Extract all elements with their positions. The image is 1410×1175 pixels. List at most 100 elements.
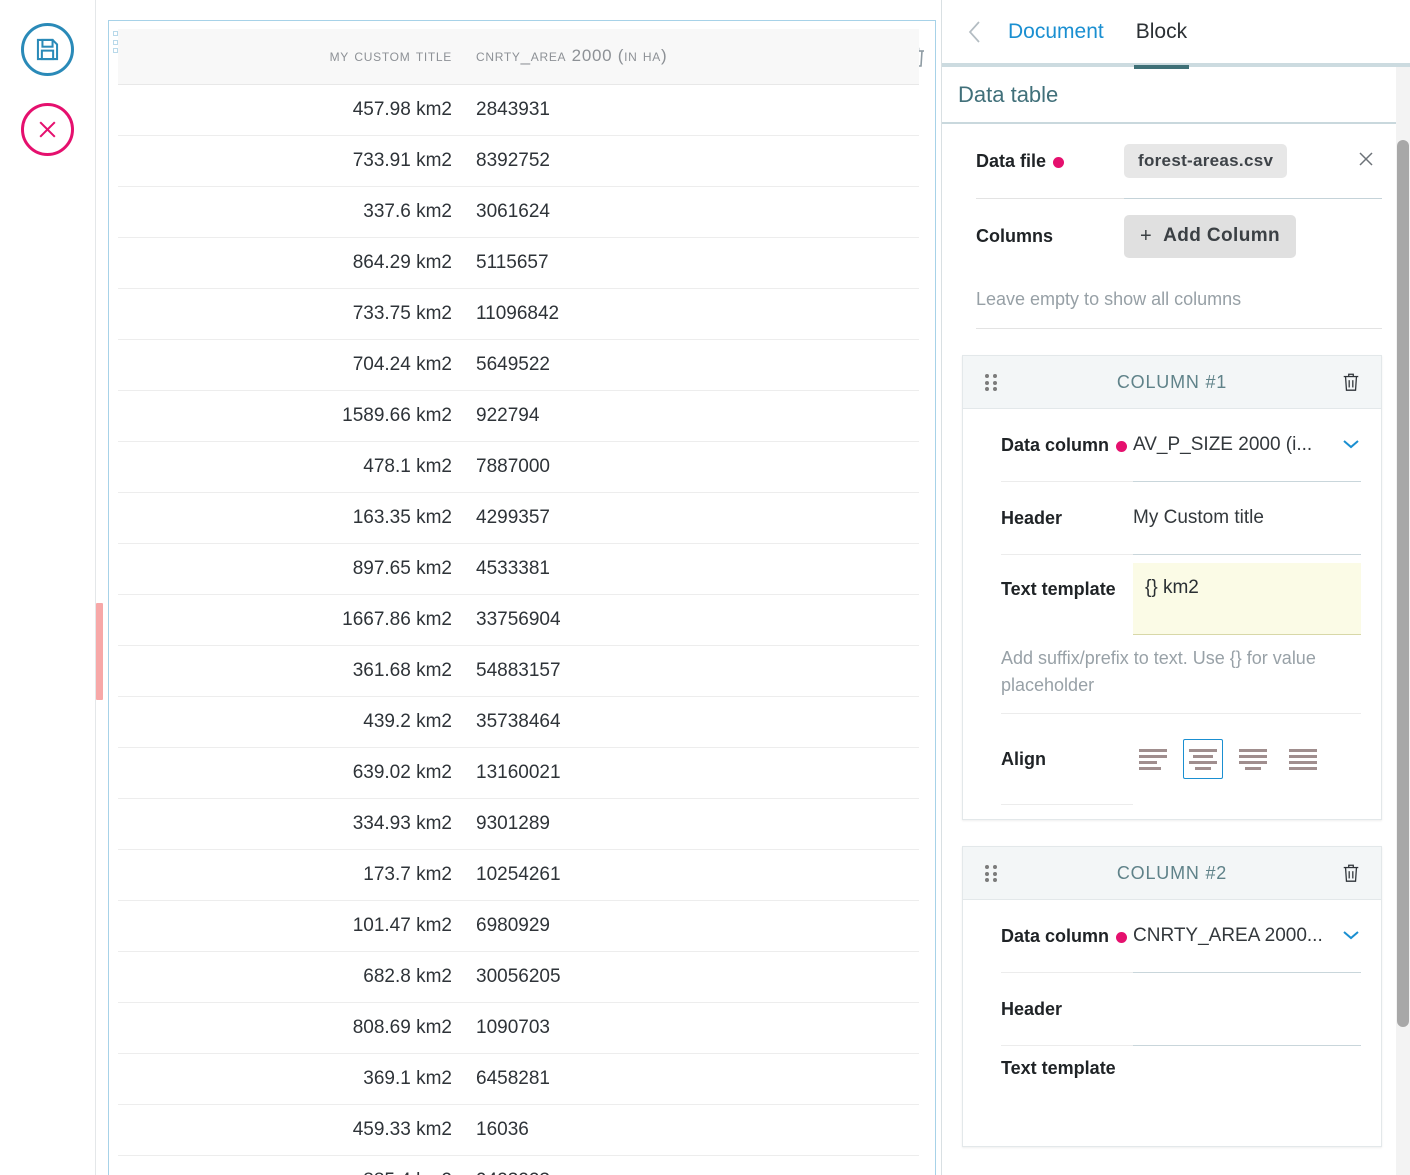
header-label: Header — [1001, 507, 1063, 528]
column-header-custom-title: MY CUSTOM TITLE — [118, 29, 458, 85]
column-1-header-row: Header My Custom title — [963, 482, 1381, 554]
column-drag-handle-icon[interactable] — [985, 374, 998, 392]
required-dot — [1053, 156, 1065, 168]
table-cell-custom-title: 459.33 km2 — [118, 1104, 458, 1156]
column-1-header-input[interactable]: My Custom title — [1133, 501, 1361, 535]
data-table-block[interactable]: MY CUSTOM TITLE CNRTY_AREA 2000 (IN HA) … — [96, 20, 936, 1175]
table-cell-cnrty-area: 6458281 — [458, 1053, 919, 1105]
table-cell-custom-title: 173.7 km2 — [118, 849, 458, 901]
inspector-scrollbar-track[interactable] — [1396, 67, 1410, 1175]
table-cell-custom-title: 478.1 km2 — [118, 441, 458, 493]
align-left-icon[interactable] — [1233, 739, 1273, 779]
column-1-text-template-input[interactable]: {} km2 — [1133, 563, 1361, 635]
table-row: 885.4 km29423223 — [118, 1155, 919, 1175]
data-file-chip[interactable]: forest-areas.csv — [1124, 144, 1288, 178]
table-cell-cnrty-area: 9301289 — [458, 798, 919, 850]
add-column-button[interactable]: + Add Column — [1124, 214, 1297, 258]
save-button[interactable] — [21, 23, 74, 76]
add-column-label: Add Column — [1163, 225, 1281, 246]
tab-block[interactable]: Block — [1120, 0, 1203, 69]
table-cell-cnrty-area: 16036 — [458, 1104, 919, 1156]
divider — [963, 1045, 1381, 1046]
column-1-text-template-helper: Add suffix/prefix to text. Use {} for va… — [1001, 648, 1316, 695]
column-drag-handle-icon[interactable] — [985, 865, 998, 883]
table-cell-custom-title: 682.8 km2 — [118, 951, 458, 1003]
table-cell-cnrty-area: 5115657 — [458, 237, 919, 289]
column-card-1-title: COLUMN #1 — [1116, 371, 1228, 392]
close-icon — [1359, 151, 1373, 166]
table-header-row: MY CUSTOM TITLE CNRTY_AREA 2000 (IN HA) — [118, 29, 919, 85]
inspector-panel: Document Block Data table Data file fore… — [941, 0, 1410, 1175]
table-cell-custom-title: 337.6 km2 — [118, 186, 458, 238]
required-dot — [1116, 440, 1128, 452]
panel-title: Data table — [942, 67, 1398, 124]
table-row: 864.29 km2 5115657 — [118, 237, 919, 289]
divider — [963, 972, 1381, 973]
table-row: 682.8 km2 30056205 — [118, 951, 919, 1003]
tab-document-label: Document — [1008, 19, 1104, 43]
column-1-align-row: Align — [963, 714, 1381, 804]
chevron-down-icon — [1341, 928, 1361, 945]
table-cell-custom-title: 163.35 km2 — [118, 492, 458, 544]
table-row: 369.1 km2 6458281 — [118, 1053, 919, 1105]
table-row: 101.47 km2 6980929 — [118, 900, 919, 952]
delete-column-1-button[interactable] — [1341, 371, 1361, 398]
table-row: 163.35 km2 4299357 — [118, 492, 919, 544]
column-header-cnrty-area: CNRTY_AREA 2000 (IN HA) — [458, 29, 919, 85]
table-row: 478.1 km2 7887000 — [118, 441, 919, 493]
align-label: Align — [1001, 748, 1046, 769]
plus-icon: + — [1140, 224, 1153, 247]
table-cell-cnrty-area: 922794 — [458, 390, 919, 442]
table-cell-cnrty-area: 5649522 — [458, 339, 919, 391]
text-template-label: Text template — [1001, 1058, 1116, 1078]
field-data-file: Data file forest-areas.csv — [942, 124, 1398, 198]
column-header-text: CNRTY_AREA 2000 (IN HA) — [476, 46, 668, 66]
table-cell-custom-title: 639.02 km2 — [118, 747, 458, 799]
required-dot — [1116, 931, 1128, 943]
inspector-scrollbar-thumb[interactable] — [1397, 140, 1409, 1027]
drop-position-indicator — [96, 603, 103, 700]
floppy-disk-icon — [36, 38, 59, 61]
document-canvas: MY CUSTOM TITLE CNRTY_AREA 2000 (IN HA) … — [96, 0, 940, 1175]
tab-block-label: Block — [1135, 19, 1188, 43]
table-cell-custom-title: 808.69 km2 — [118, 1002, 458, 1054]
trash-icon — [1343, 864, 1359, 882]
column-1-data-column-select[interactable]: AV_P_SIZE 2000 (i... — [1133, 434, 1361, 456]
table-cell-custom-title: 864.29 km2 — [118, 237, 458, 289]
column-2-header-input[interactable] — [1133, 992, 1361, 1026]
table-row: 457.98 km2 2843931 — [118, 84, 919, 136]
clear-data-file-button[interactable] — [1350, 149, 1382, 174]
table-cell-cnrty-area: 6980929 — [458, 900, 919, 952]
align-center-icon[interactable] — [1183, 739, 1223, 779]
cancel-button[interactable] — [21, 103, 74, 156]
table-cell-cnrty-area: 4299357 — [458, 492, 919, 544]
divider — [976, 328, 1382, 329]
column-2-text-template-input[interactable] — [1133, 1056, 1361, 1112]
column-2-data-column-row: Data column CNRTY_AREA 2000... — [963, 900, 1381, 972]
tab-document[interactable]: Document — [992, 0, 1120, 65]
field-columns: Columns + Add Column — [942, 199, 1398, 273]
table-cell-custom-title: 439.2 km2 — [118, 696, 458, 748]
table-row: 334.93 km2 9301289 — [118, 798, 919, 850]
column-2-data-column-select[interactable]: CNRTY_AREA 2000... — [1133, 925, 1361, 947]
back-button[interactable] — [958, 15, 992, 49]
column-card-1: COLUMN #1 Data column AV_P_SIZE 2000 (i.… — [962, 355, 1382, 820]
divider — [963, 554, 1381, 555]
column-card-1-header: COLUMN #1 — [963, 356, 1381, 409]
text-template-label: Text template — [1001, 579, 1116, 599]
table-cell-cnrty-area: 30056205 — [458, 951, 919, 1003]
align-justify-icon[interactable] — [1283, 739, 1323, 779]
divider — [942, 198, 1398, 199]
column-card-2-title: COLUMN #2 — [1116, 862, 1228, 883]
action-rail — [0, 0, 96, 1175]
delete-column-2-button[interactable] — [1341, 862, 1361, 889]
table-cell-cnrty-area: 2843931 — [458, 84, 919, 136]
table-cell-cnrty-area: 1090703 — [458, 1002, 919, 1054]
align-right-icon[interactable] — [1133, 739, 1173, 779]
table-row: 337.6 km2 3061624 — [118, 186, 919, 238]
table-cell-custom-title: 1667.86 km2 — [118, 594, 458, 646]
close-circle-icon — [39, 121, 56, 138]
table-cell-cnrty-area: 4533381 — [458, 543, 919, 595]
inspector-tab-bar: Document Block — [942, 0, 1410, 69]
divider — [963, 481, 1381, 482]
